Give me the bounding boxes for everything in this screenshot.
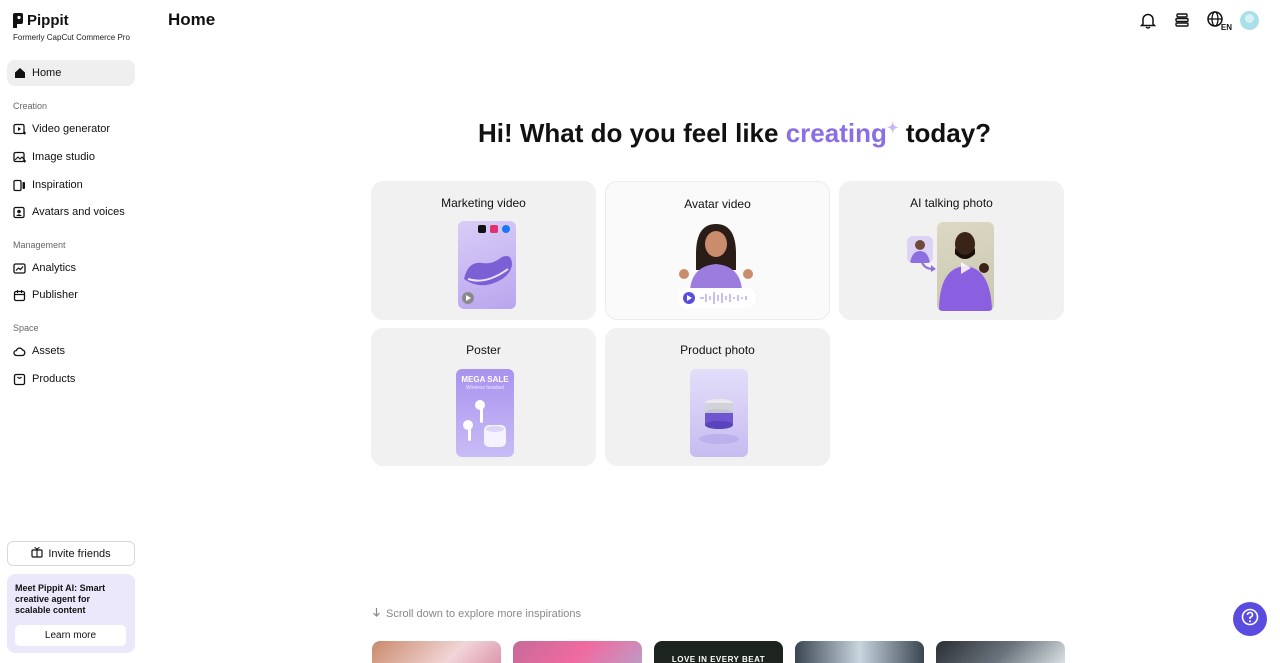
invite-label: Invite friends (48, 547, 111, 560)
page-title: Home (168, 10, 216, 29)
card-product-photo[interactable]: Product photo (605, 328, 830, 466)
home-icon (13, 67, 26, 80)
gift-icon (31, 546, 43, 561)
hero-text-before: Hi! What do you feel like (478, 118, 786, 148)
marketing-preview (458, 221, 516, 309)
poster-headline: MEGA SALE (461, 375, 509, 384)
card-poster[interactable]: Poster MEGA SALE Wireless headset (371, 328, 596, 466)
nav-products[interactable]: Products (7, 366, 135, 392)
image-icon (13, 151, 26, 164)
inspiration-icon (13, 179, 26, 192)
calendar-icon (13, 289, 26, 302)
question-icon (1241, 608, 1259, 631)
nav-label: Inspiration (32, 179, 83, 191)
hero-heading: Hi! What do you feel like creating✦ toda… (478, 118, 991, 149)
inspiration-thumb[interactable] (936, 641, 1065, 663)
arrow-down-icon (372, 607, 381, 621)
nav-assets[interactable]: Assets (7, 338, 135, 364)
poster-subline: Wireless headset (465, 385, 505, 391)
nav-publisher[interactable]: Publisher (7, 282, 135, 308)
avatar-preview (676, 220, 758, 312)
nav-avatars-voices[interactable]: Avatars and voices (7, 199, 135, 225)
card-title: Marketing video (441, 196, 526, 210)
card-avatar-video[interactable]: Avatar video (605, 181, 830, 320)
nav-inspiration[interactable]: Inspiration (7, 172, 135, 198)
nav-label: Assets (32, 345, 66, 357)
nav-label: Avatars and voices (32, 206, 125, 218)
avatar-icon (13, 206, 26, 219)
arrow-icon (920, 258, 936, 272)
brand-subtitle: Formerly CapCut Commerce Pro (13, 33, 130, 42)
nav-home[interactable]: Home (7, 60, 135, 86)
inspiration-thumb[interactable] (372, 641, 501, 663)
card-title: Avatar video (684, 197, 751, 211)
language-globe-icon[interactable]: EN (1206, 10, 1232, 32)
section-creation: Creation (13, 101, 48, 111)
user-avatar[interactable] (1240, 10, 1259, 30)
sidebar: Pippit Formerly CapCut Commerce Pro Home… (0, 0, 142, 663)
poster-preview: MEGA SALE Wireless headset (456, 369, 514, 457)
sparkle-icon: ✦ (886, 119, 899, 136)
brand[interactable]: Pippit Formerly CapCut Commerce Pro (13, 12, 130, 42)
layers-icon[interactable] (1172, 10, 1192, 30)
nav-label: Publisher (32, 289, 78, 301)
bell-icon[interactable] (1138, 10, 1158, 30)
pippit-logo-icon (13, 13, 23, 28)
scroll-hint: Scroll down to explore more inspirations (372, 607, 581, 621)
card-title: AI talking photo (910, 196, 993, 210)
top-toolbar: EN (1138, 10, 1259, 32)
cloud-icon (13, 345, 26, 358)
nav-analytics[interactable]: Analytics (7, 255, 135, 281)
lang-code: EN (1220, 23, 1232, 32)
talking-main-preview (937, 222, 994, 311)
card-title: Product photo (680, 343, 755, 357)
nav-image-studio[interactable]: Image studio (7, 144, 135, 170)
scroll-hint-text: Scroll down to explore more inspirations (386, 608, 582, 620)
nav-label: Products (32, 373, 76, 385)
analytics-icon (13, 262, 26, 275)
promo-text: Meet Pippit AI: Smart creative agent for… (15, 583, 106, 615)
promo-card: Meet Pippit AI: Smart creative agent for… (7, 574, 135, 653)
inspiration-thumb[interactable] (513, 641, 642, 663)
hero-accent: creating (785, 118, 887, 148)
thumb-caption: LOVE IN EVERY BEAT (671, 655, 766, 663)
inspiration-thumb[interactable]: LOVE IN EVERY BEAT (654, 641, 783, 663)
learn-more-button[interactable]: Learn more (15, 625, 126, 646)
nav-video-generator[interactable]: Video generator (7, 116, 135, 142)
video-plus-icon (13, 123, 26, 136)
card-title: Poster (466, 343, 501, 357)
nav-label: Video generator (32, 123, 111, 135)
inspiration-thumb[interactable] (795, 641, 924, 663)
nav-home-label: Home (32, 67, 62, 79)
hero-text-after: today? (898, 118, 992, 148)
product-box-icon (13, 373, 26, 386)
section-management: Management (13, 240, 66, 250)
card-ai-talking-photo[interactable]: AI talking photo (839, 181, 1064, 320)
product-preview (690, 369, 748, 457)
invite-friends-button[interactable]: Invite friends (7, 541, 135, 566)
nav-label: Analytics (32, 262, 77, 274)
help-button[interactable] (1233, 602, 1267, 636)
section-space: Space (13, 323, 39, 333)
app-root: Pippit Formerly CapCut Commerce Pro Home… (0, 0, 1280, 663)
brand-name: Pippit (27, 12, 69, 29)
nav-label: Image studio (32, 151, 95, 163)
card-marketing-video[interactable]: Marketing video (371, 181, 596, 320)
